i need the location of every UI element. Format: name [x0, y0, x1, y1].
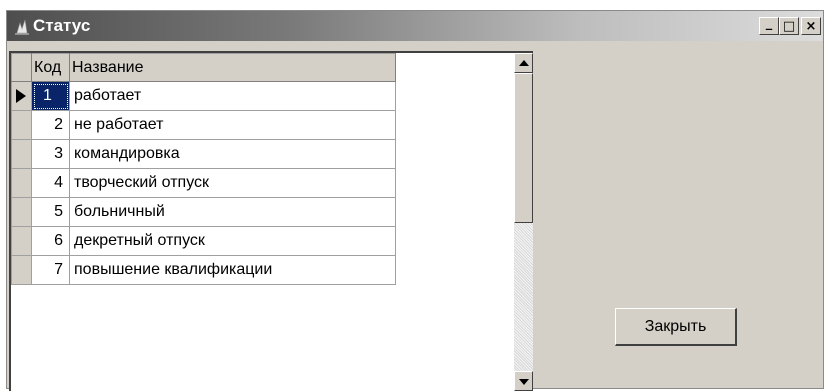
table-row[interactable]: 4 творческий отпуск — [11, 168, 396, 198]
table-row[interactable]: 6 декретный отпуск — [11, 226, 396, 256]
code-cell[interactable]: 7 — [31, 255, 70, 285]
arrow-down-icon — [519, 379, 529, 385]
title-bar[interactable]: Статус _ □ × — [7, 11, 823, 41]
code-cell[interactable]: 2 — [31, 110, 70, 140]
code-cell[interactable]: 4 — [31, 168, 70, 198]
row-indicator[interactable] — [11, 110, 32, 140]
column-header-name[interactable]: Название — [69, 53, 396, 82]
name-cell[interactable]: командировка — [69, 139, 396, 169]
row-indicator[interactable] — [11, 81, 32, 111]
close-button[interactable]: Закрыть — [615, 308, 737, 346]
header-row: Код Название — [11, 53, 396, 82]
code-cell[interactable]: 1 — [31, 81, 70, 111]
row-indicator[interactable] — [11, 168, 32, 198]
status-grid[interactable]: Код Название 1 работает 2 не работает 3 — [9, 51, 533, 391]
column-header-code[interactable]: Код — [31, 53, 70, 82]
row-indicator[interactable] — [11, 255, 32, 285]
code-cell[interactable]: 5 — [31, 197, 70, 227]
scroll-thumb[interactable] — [514, 73, 533, 223]
scroll-up-button[interactable] — [514, 53, 533, 73]
close-window-button[interactable]: × — [801, 17, 821, 35]
code-cell[interactable]: 3 — [31, 139, 70, 169]
minimize-button[interactable]: _ — [759, 15, 779, 35]
name-cell[interactable]: не работает — [69, 110, 396, 140]
table-row[interactable]: 3 командировка — [11, 139, 396, 169]
current-row-arrow-icon — [16, 89, 26, 103]
table-row[interactable]: 1 работает — [11, 81, 396, 111]
table-row[interactable]: 2 не работает — [11, 110, 396, 140]
window-title: Статус — [33, 16, 91, 35]
status-window: Статус _ □ × Код Название 1 работает 2 н… — [6, 10, 824, 391]
name-cell[interactable]: больничный — [69, 197, 396, 227]
status-table: Код Название 1 работает 2 не работает 3 — [11, 53, 396, 285]
name-cell[interactable]: творческий отпуск — [69, 168, 396, 198]
maximize-icon: □ — [782, 18, 796, 34]
scroll-down-button[interactable] — [514, 371, 533, 391]
minimize-icon: _ — [765, 15, 773, 31]
indicator-header — [11, 53, 32, 82]
maximize-button[interactable]: □ — [779, 17, 799, 35]
name-cell[interactable]: работает — [69, 81, 396, 111]
name-cell[interactable]: повышение квалификации — [69, 255, 396, 285]
code-cell[interactable]: 6 — [31, 226, 70, 256]
row-indicator[interactable] — [11, 226, 32, 256]
table-row[interactable]: 5 больничный — [11, 197, 396, 227]
row-indicator[interactable] — [11, 139, 32, 169]
app-icon — [15, 19, 29, 35]
name-cell[interactable]: декретный отпуск — [69, 226, 396, 256]
vertical-scrollbar[interactable] — [514, 53, 533, 391]
arrow-up-icon — [519, 60, 529, 66]
row-indicator[interactable] — [11, 197, 32, 227]
table-row[interactable]: 7 повышение квалификации — [11, 255, 396, 285]
close-icon: × — [805, 18, 817, 34]
